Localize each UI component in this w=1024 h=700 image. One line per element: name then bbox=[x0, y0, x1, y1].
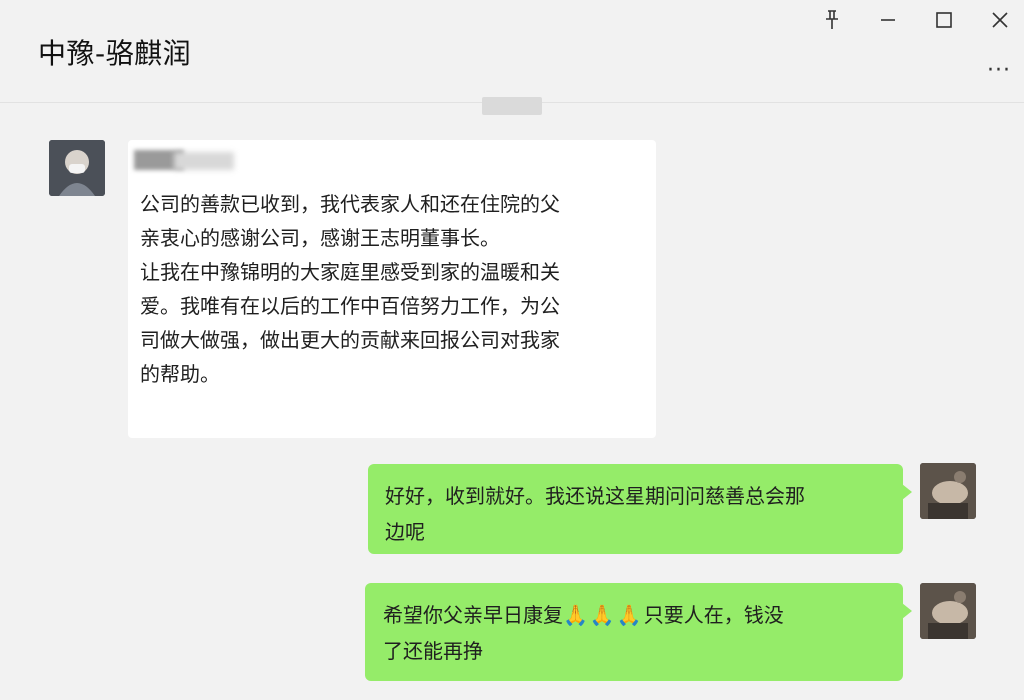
my-avatar[interactable] bbox=[920, 463, 976, 519]
minimize-icon[interactable] bbox=[876, 8, 900, 32]
chat-title: 中豫-骆麒润 bbox=[38, 37, 192, 70]
more-options-button[interactable]: ··· bbox=[987, 58, 1011, 83]
bubble-tail bbox=[902, 484, 912, 500]
time-stamp bbox=[482, 97, 542, 115]
pray-emoji-icon: 🙏 bbox=[563, 603, 588, 627]
message-text: 希望你父亲早日康复🙏 🙏 🙏 只要人在，钱没 了还能再挣 bbox=[383, 597, 893, 669]
pin-icon[interactable] bbox=[820, 8, 844, 32]
pray-emoji-icon: 🙏 bbox=[616, 603, 642, 627]
maximize-icon[interactable] bbox=[932, 8, 956, 32]
message-text: 公司的善款已收到，我代表家人和还在住院的父 亲衷心的感谢公司，感谢王志明董事长。… bbox=[140, 192, 560, 386]
contact-avatar[interactable] bbox=[49, 140, 105, 196]
sender-name bbox=[134, 148, 246, 172]
my-avatar[interactable] bbox=[920, 583, 976, 639]
close-icon[interactable] bbox=[988, 8, 1012, 32]
bubble-tail bbox=[902, 603, 912, 619]
pray-emoji-icon: 🙏 bbox=[589, 603, 615, 627]
chat-header: 中豫-骆麒润 ··· bbox=[0, 0, 1024, 103]
message-text: 好好，收到就好。我还说这星期问问慈善总会那 边呢 bbox=[385, 484, 805, 544]
